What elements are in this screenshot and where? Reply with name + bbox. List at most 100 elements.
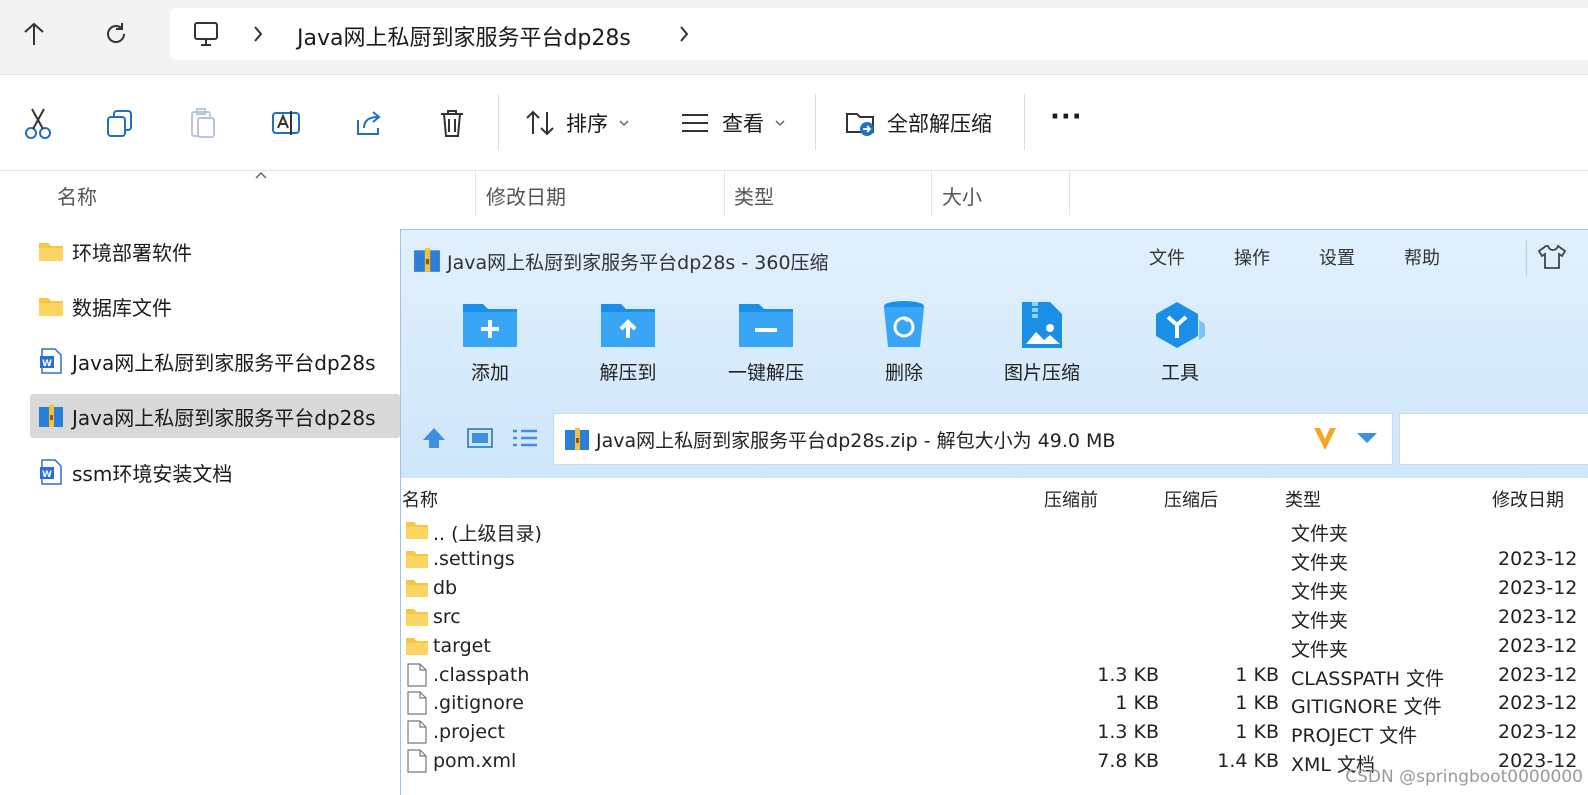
list-item[interactable]: 数据库文件: [30, 284, 400, 328]
file-name: target: [433, 634, 491, 657]
archive-path-box[interactable]: Java网上私厨到家服务平台dp28s.zip - 解包大小为 49.0 MB: [553, 413, 1393, 465]
list-item[interactable]: W ssm环境安装文档: [30, 450, 400, 494]
list-item-label: 数据库文件: [72, 295, 172, 320]
list-view-icon[interactable]: [512, 428, 538, 448]
arrow-up-icon: [24, 22, 44, 45]
refresh-button[interactable]: [96, 14, 136, 54]
folder-icon: [406, 579, 428, 597]
menu-file[interactable]: 文件: [1149, 244, 1185, 270]
table-row[interactable]: .gitignore 1 KB 1 KB GITIGNORE 文件 2023-12: [401, 689, 1588, 718]
copy-button[interactable]: [100, 103, 140, 143]
delete-archive-button[interactable]: 删除: [844, 300, 964, 410]
rename-icon: [272, 111, 300, 135]
tshirt-skin-icon[interactable]: [1537, 244, 1567, 270]
table-row[interactable]: .project 1.3 KB 1 KB PROJECT 文件 2023-12: [401, 718, 1588, 747]
column-header-name[interactable]: 名称: [57, 181, 97, 210]
list-item-label: 环境部署软件: [72, 240, 192, 265]
extract-all-label: 全部解压缩: [887, 112, 992, 136]
column-divider: [931, 171, 932, 215]
table-row[interactable]: .. (上级目录) 文件夹: [401, 516, 1588, 545]
column-header-size[interactable]: 大小: [942, 181, 982, 210]
arrow-up-icon[interactable]: [421, 426, 447, 450]
extract-all-button[interactable]: 全部解压缩: [845, 103, 992, 143]
toolbar-divider: [815, 94, 816, 150]
rename-button[interactable]: [266, 103, 306, 143]
extract-folder-icon: [846, 113, 874, 136]
zip-archive-icon: [565, 428, 589, 450]
sort-button[interactable]: 排序: [524, 103, 630, 143]
file-modified: 2023-12: [1498, 692, 1578, 715]
table-row[interactable]: .classpath 1.3 KB 1 KB CLASSPATH 文件 2023-12: [401, 661, 1588, 690]
view-button[interactable]: 查看: [680, 103, 786, 143]
watermark: CSDN @springboot0000000: [1345, 767, 1583, 787]
menu-settings[interactable]: 设置: [1319, 244, 1355, 270]
list-item[interactable]: 环境部署软件: [30, 229, 400, 273]
column-header-type[interactable]: 类型: [734, 181, 774, 210]
delete-button[interactable]: [432, 103, 472, 143]
word-doc-icon: W: [40, 348, 62, 374]
list-header-name[interactable]: 名称: [402, 486, 438, 512]
file-name: pom.xml: [433, 750, 517, 773]
extract-to-folder-icon: [601, 304, 655, 347]
list-header-modified[interactable]: 修改日期: [1492, 486, 1564, 512]
chevron-right-icon[interactable]: [678, 25, 690, 43]
dropdown-triangle-icon[interactable]: [1356, 432, 1378, 444]
more-options-button[interactable]: ···: [1050, 102, 1083, 132]
chevron-down-icon: [619, 120, 629, 127]
address-path[interactable]: Java网上私厨到家服务平台dp28s: [297, 20, 631, 52]
file-modified: 2023-12: [1498, 547, 1578, 570]
add-button[interactable]: 添加: [430, 300, 550, 410]
list-header-after[interactable]: 压缩后: [1164, 486, 1218, 512]
address-box[interactable]: Java网上私厨到家服务平台dp28s: [170, 8, 1588, 60]
detail-view-icon[interactable]: [467, 428, 493, 448]
table-row[interactable]: .settings 文件夹 2023-12: [401, 545, 1588, 574]
folder-icon: [39, 298, 63, 316]
table-row[interactable]: db 文件夹 2023-12: [401, 574, 1588, 603]
file-type: 文件夹: [1291, 523, 1349, 545]
cut-button[interactable]: [18, 103, 58, 143]
file-type: 文件夹: [1291, 551, 1349, 574]
one-click-extract-button[interactable]: 一键解压: [706, 300, 826, 410]
menu-operation[interactable]: 操作: [1234, 244, 1270, 270]
size-after: 1.4 KB: [1217, 750, 1279, 773]
list-view-icon: [682, 114, 708, 132]
sort-ascending-icon: [255, 171, 267, 179]
list-item-label: Java网上私厨到家服务平台dp28s: [72, 350, 376, 375]
table-row[interactable]: src 文件夹 2023-12: [401, 603, 1588, 632]
list-header-type[interactable]: 类型: [1285, 486, 1321, 512]
add-folder-icon: [463, 304, 517, 347]
svg-text:W: W: [42, 470, 52, 480]
list-item-selected[interactable]: Java网上私厨到家服务平台dp28s: [30, 394, 400, 438]
address-bar-area: Java网上私厨到家服务平台dp28s: [0, 0, 1588, 75]
folder-icon: [39, 243, 63, 261]
table-row[interactable]: target 文件夹 2023-12: [401, 632, 1588, 661]
image-compress-button[interactable]: 图片压缩: [982, 300, 1102, 410]
list-header-before[interactable]: 压缩前: [1044, 486, 1098, 512]
menu-help[interactable]: 帮助: [1404, 244, 1440, 270]
file-icon: [407, 662, 427, 687]
up-button[interactable]: [14, 14, 54, 54]
size-after: 1 KB: [1235, 721, 1279, 744]
size-before: 1.3 KB: [1097, 663, 1159, 686]
toolbar-divider: [498, 94, 499, 150]
search-input[interactable]: [1399, 413, 1588, 465]
paste-button[interactable]: [183, 103, 223, 143]
clipboard-icon: [191, 108, 215, 138]
file-type: 文件夹: [1291, 638, 1349, 661]
folder-icon: [406, 550, 428, 568]
share-button[interactable]: [349, 103, 389, 143]
column-header-modified[interactable]: 修改日期: [486, 181, 566, 210]
scissors-icon: [25, 108, 51, 139]
file-modified: 2023-12: [1498, 634, 1578, 657]
svg-text:W: W: [42, 359, 52, 369]
list-item[interactable]: W Java网上私厨到家服务平台dp28s: [30, 339, 400, 383]
file-icon: [407, 691, 427, 715]
refresh-icon: [107, 23, 126, 43]
extract-to-button[interactable]: 解压到: [568, 300, 688, 410]
one-click-extract-label: 一键解压: [727, 362, 804, 384]
trash-icon: [441, 110, 463, 137]
tools-button[interactable]: 工具: [1120, 300, 1240, 410]
folder-icon: [406, 637, 428, 655]
v-logo-icon[interactable]: [1312, 426, 1338, 452]
folder-icon: [406, 522, 428, 539]
